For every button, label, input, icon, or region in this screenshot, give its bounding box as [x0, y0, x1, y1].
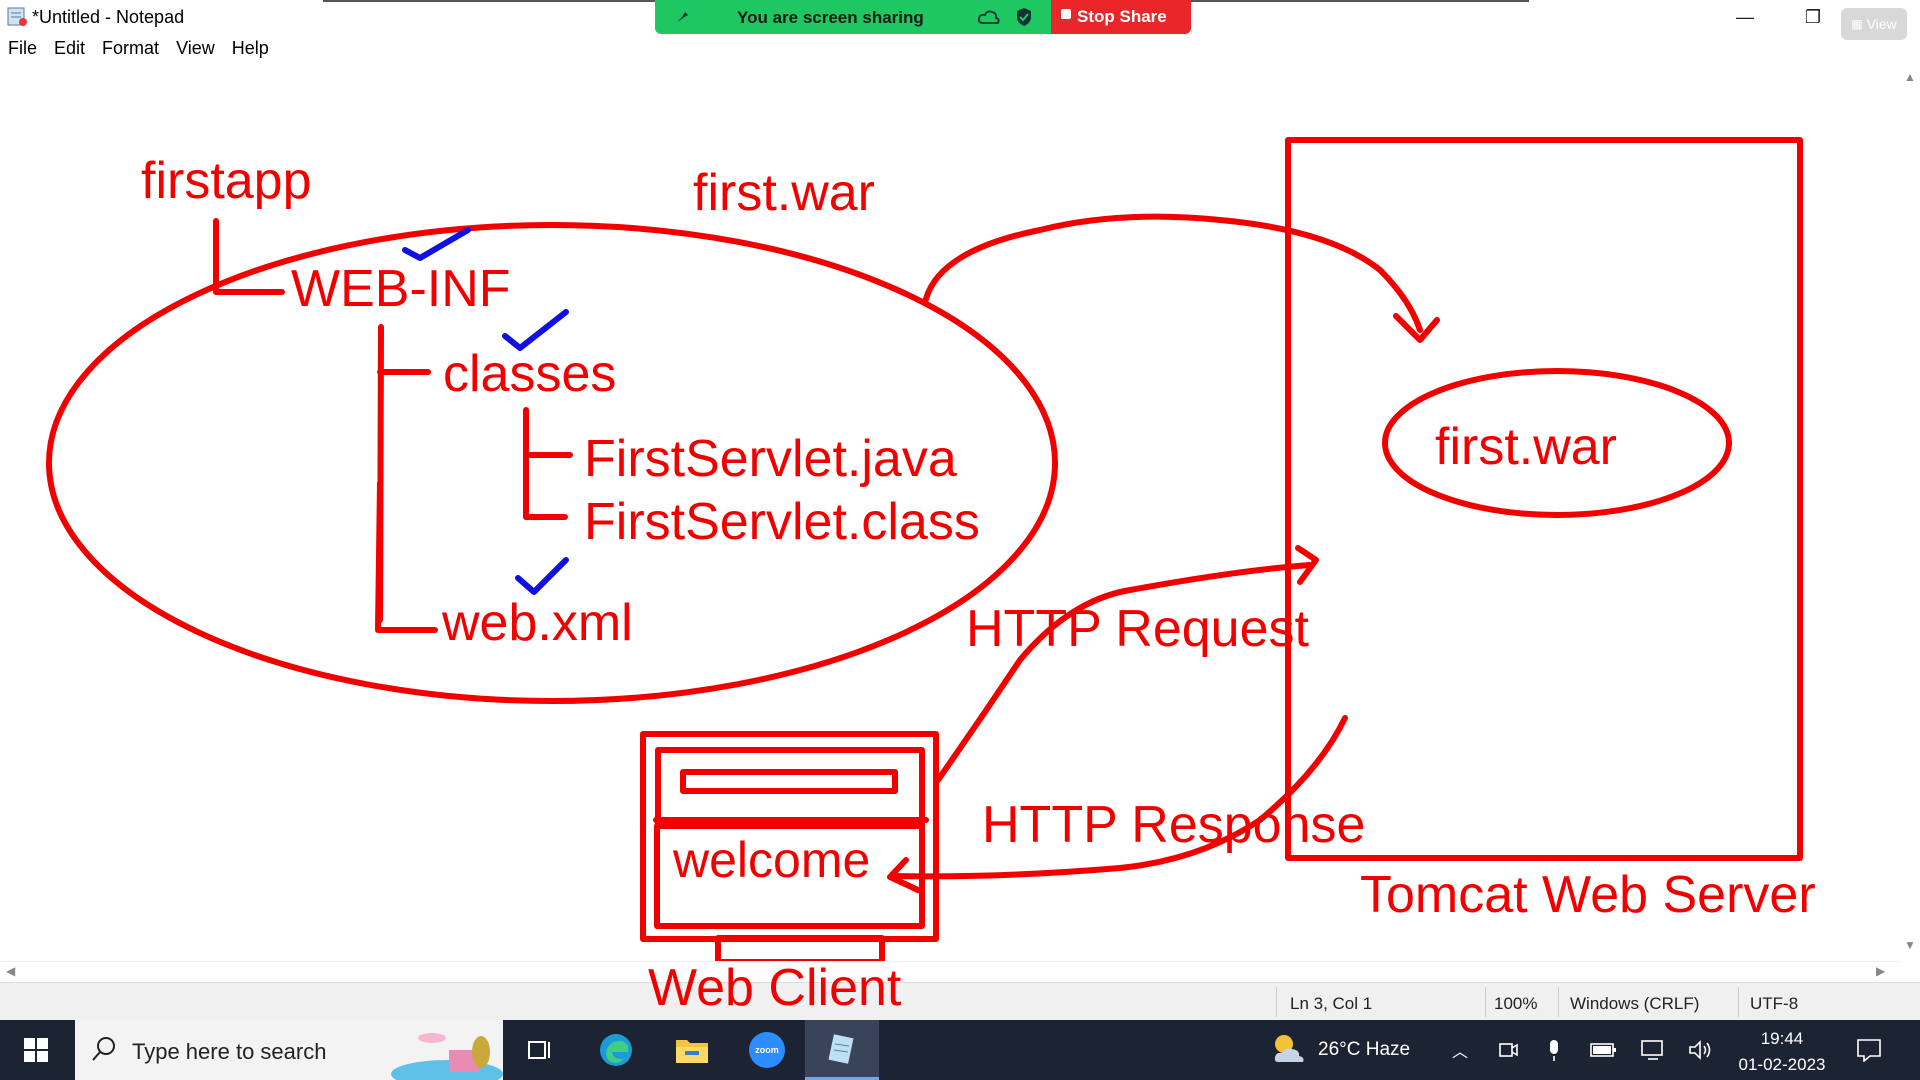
battery-button[interactable] — [1590, 1020, 1618, 1080]
search-icon — [92, 1037, 115, 1061]
notification-icon — [1857, 1039, 1881, 1062]
label-first-war: first.war — [693, 164, 875, 222]
microphone-button[interactable] — [1546, 1020, 1562, 1080]
label-classes: classes — [443, 345, 616, 403]
deploy-arrow — [923, 213, 1423, 333]
label-welcome: welcome — [672, 832, 870, 888]
label-web-inf: WEB-INF — [291, 260, 511, 318]
taskbar: Type here to search zoom 26°C Haze ︿ 19:… — [0, 1020, 1920, 1080]
search-highlight-illustration — [391, 1033, 503, 1080]
line-ending: Windows (CRLF) — [1570, 994, 1700, 1013]
cursor-position: Ln 3, Col 1 — [1290, 994, 1373, 1013]
label-http-response: HTTP Response — [982, 796, 1365, 854]
clock-date: 01-02-2023 — [1738, 1055, 1826, 1074]
windows-icon — [24, 1038, 48, 1062]
tree-branch-servlets — [523, 407, 573, 520]
folder-icon — [676, 1040, 708, 1063]
label-server-war: first.war — [1435, 418, 1617, 476]
label-firstapp: firstapp — [141, 152, 312, 210]
label-tomcat: Tomcat Web Server — [1360, 866, 1816, 924]
view-label: View — [1866, 16, 1897, 32]
volume-icon — [1689, 1040, 1711, 1060]
file-explorer-button[interactable] — [672, 1030, 712, 1070]
sharing-indicator[interactable]: You are screen sharing — [655, 0, 1051, 34]
scroll-up-icon[interactable]: ▲ — [1904, 70, 1916, 84]
notepad-icon — [7, 7, 27, 26]
zoom-level: 100% — [1494, 994, 1538, 1013]
edge-button[interactable] — [596, 1030, 636, 1070]
monitor-address-bar — [680, 769, 898, 794]
web-client-overlay: Web Client — [648, 960, 902, 1017]
window-title: *Untitled - Notepad — [32, 7, 185, 27]
menu-help[interactable]: Help — [224, 36, 278, 64]
minimize-icon: — — [1736, 6, 1754, 27]
task-view-button[interactable] — [520, 1030, 560, 1070]
stop-share-button[interactable]: Stop Share — [1051, 0, 1191, 34]
zoom-app-label: zoom — [755, 1045, 779, 1055]
start-button[interactable] — [0, 1020, 72, 1080]
scroll-right-icon[interactable]: ▶ — [1876, 964, 1885, 978]
show-hidden-icons-button[interactable]: ︿ — [1452, 1020, 1468, 1080]
meet-now-button[interactable] — [1497, 1020, 1519, 1080]
stop-share-label: Stop Share — [1077, 7, 1167, 26]
network-button[interactable] — [1640, 1020, 1668, 1080]
notifications-button[interactable] — [1856, 1020, 1882, 1080]
label-http-request: HTTP Request — [966, 600, 1310, 658]
request-arrow — [935, 562, 1313, 783]
shield-icon — [1017, 8, 1031, 26]
search-placeholder: Type here to search — [132, 1039, 327, 1064]
network-icon — [1641, 1040, 1663, 1060]
cloud-icon — [977, 10, 1000, 24]
label-servlet-java: FirstServlet.java — [584, 430, 957, 488]
taskbar-search[interactable]: Type here to search — [75, 1020, 503, 1080]
menu-view[interactable]: View — [168, 36, 224, 64]
drawing-canvas[interactable]: firstapp first.war WEB-INF classes First… — [0, 64, 1920, 961]
chevron-up-icon: ︿ — [1452, 1044, 1469, 1061]
weather-text: 26°C Haze — [1318, 1039, 1411, 1060]
microphone-icon — [1550, 1040, 1558, 1061]
tomcat-box — [1285, 137, 1803, 861]
zoom-app-button[interactable]: zoom — [747, 1030, 787, 1070]
screen-share-banner: You are screen sharing Stop Share — [655, 0, 1191, 34]
weather-widget[interactable]: 26°C Haze — [1270, 1020, 1410, 1080]
restore-button[interactable]: ❐ — [1784, 0, 1842, 34]
task-view-icon — [528, 1041, 550, 1059]
restore-icon: ❐ — [1804, 6, 1822, 27]
clock-time: 19:44 — [1760, 1029, 1804, 1048]
scroll-down-icon[interactable]: ▼ — [1904, 938, 1916, 952]
pin-icon — [677, 12, 688, 22]
notepad-taskbar-icon — [828, 1034, 854, 1064]
stop-icon — [1061, 9, 1071, 19]
label-web-xml: web.xml — [441, 594, 633, 652]
clock[interactable]: 19:44 01-02-2023 — [1726, 1026, 1838, 1078]
menu-format[interactable]: Format — [94, 36, 168, 64]
sharing-text: You are screen sharing — [737, 8, 924, 27]
weather-haze-icon — [1274, 1035, 1304, 1062]
volume-button[interactable] — [1688, 1020, 1714, 1080]
edge-icon — [600, 1034, 632, 1066]
encoding: UTF-8 — [1750, 994, 1799, 1013]
label-servlet-class: FirstServlet.class — [584, 493, 980, 551]
menu-bar: File Edit Format View Help — [0, 36, 278, 64]
annotation-labels: firstapp first.war WEB-INF classes First… — [141, 152, 1816, 961]
check-icon-classes — [502, 309, 569, 351]
label-web-client-overlay: Web Client — [648, 960, 902, 1017]
grid-icon: ▦ — [1851, 17, 1863, 31]
minimize-button[interactable]: — — [1716, 0, 1774, 34]
menu-file[interactable]: File — [0, 36, 46, 64]
notepad-taskbar-button[interactable] — [805, 1020, 879, 1080]
battery-icon — [1590, 1043, 1616, 1057]
check-icon-webxml — [515, 557, 569, 595]
menu-edit[interactable]: Edit — [46, 36, 94, 64]
tree-branch-classes — [375, 324, 438, 633]
view-button[interactable]: ▦ View — [1841, 8, 1907, 40]
vertical-scrollbar[interactable]: ▲ ▼ — [1900, 64, 1920, 961]
meet-now-icon — [1499, 1043, 1518, 1057]
